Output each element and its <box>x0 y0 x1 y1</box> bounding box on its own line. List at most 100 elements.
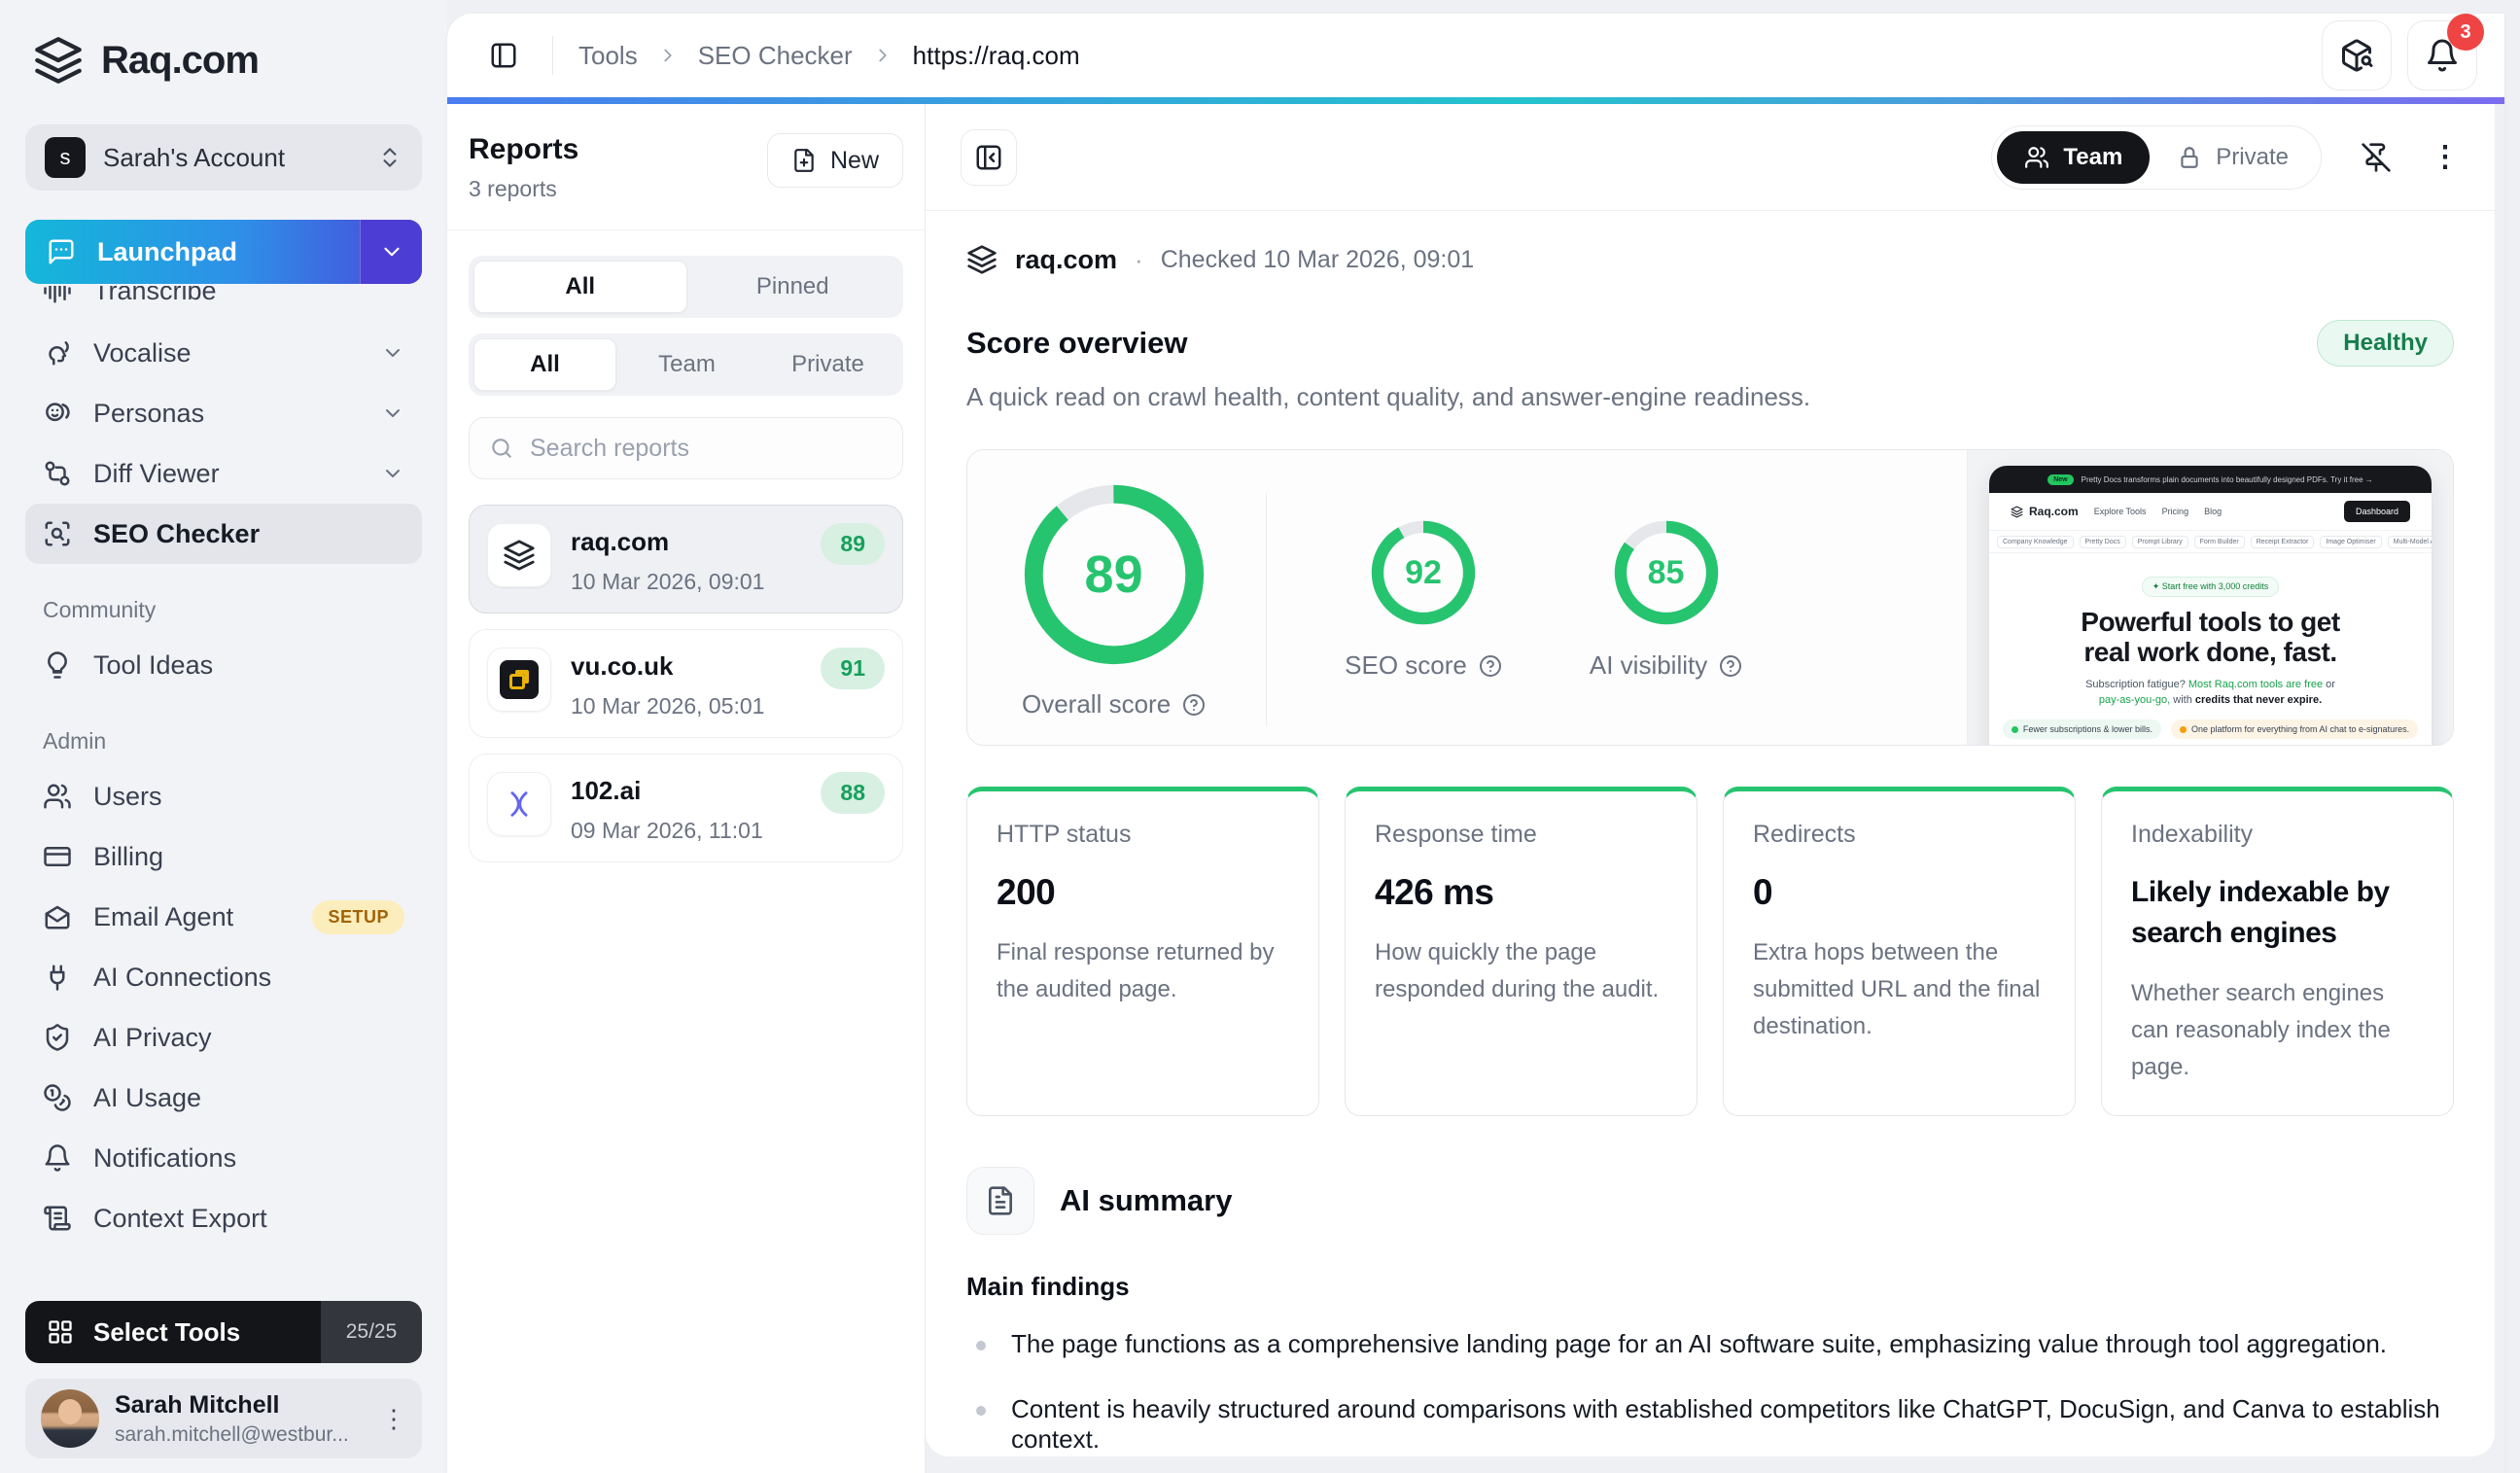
report-item-raq[interactable]: raq.com 10 Mar 2026, 09:01 89 <box>469 505 903 614</box>
launchpad-expand-button[interactable] <box>360 220 422 284</box>
overall-score-value: 89 <box>1023 483 1206 666</box>
account-avatar: s <box>45 137 86 178</box>
help-icon[interactable] <box>1479 654 1502 678</box>
sidebar-item-context-export[interactable]: Context Export <box>25 1188 422 1248</box>
sidebar-item-label: Context Export <box>93 1204 404 1234</box>
favicon-vu <box>487 648 551 712</box>
breadcrumb-current-url: https://raq.com <box>913 41 1080 71</box>
sidebar-item-ai-usage[interactable]: AI Usage <box>25 1068 422 1128</box>
user-menu[interactable]: Sarah Mitchell sarah.mitchell@westbur...… <box>25 1379 422 1458</box>
notifications-button[interactable]: 3 <box>2407 20 2477 90</box>
ellipsis-vertical-icon[interactable]: ⋮ <box>381 1404 406 1434</box>
sidebar-item-seo-checker[interactable]: SEO Checker <box>25 504 422 564</box>
notification-badge: 3 <box>2447 14 2484 51</box>
main-findings-label: Main findings <box>966 1272 2454 1302</box>
sidebar-item-ai-connections[interactable]: AI Connections <box>25 947 422 1007</box>
chevron-down-icon <box>381 462 404 485</box>
metric-cards: HTTP status 200 Final response returned … <box>966 787 2454 1116</box>
new-report-button[interactable]: New <box>767 133 903 188</box>
account-switcher[interactable]: s Sarah's Account <box>25 124 422 191</box>
breadcrumb-tools[interactable]: Tools <box>578 41 638 71</box>
help-icon[interactable] <box>1182 693 1206 717</box>
thumb-headline: Powerful tools to get real work done, fa… <box>1989 607 2432 667</box>
chevron-down-icon <box>379 239 404 264</box>
overall-score-label: Overall score <box>1022 689 1171 719</box>
select-tools-label: Select Tools <box>93 1317 240 1348</box>
reports-list: raq.com 10 Mar 2026, 09:01 89 vu.co.uk 1… <box>469 505 903 862</box>
users-icon <box>43 782 72 811</box>
sidebar-item-label: Tool Ideas <box>93 650 404 681</box>
sidebar-item-users[interactable]: Users <box>25 766 422 826</box>
tab-all[interactable]: All <box>473 338 616 391</box>
report-item-102[interactable]: 102.ai 09 Mar 2026, 11:01 88 <box>469 754 903 862</box>
git-compare-icon <box>43 459 72 488</box>
sidebar-item-personas[interactable]: Personas <box>25 383 422 443</box>
tab-all[interactable]: All <box>473 261 687 313</box>
metric-label: Indexability <box>2131 821 2424 849</box>
sidebar-item-label: Personas <box>93 399 360 429</box>
plug-icon <box>43 963 72 992</box>
main-window: Tools SEO Checker https://raq.com 3 Repo… <box>447 14 2504 1473</box>
tab-private[interactable]: Private <box>757 338 898 391</box>
sidebar-item-transcribe-clipped[interactable]: Transcribe <box>25 286 422 323</box>
sidebar-item-vocalise[interactable]: Vocalise <box>25 323 422 383</box>
share-private-button[interactable]: Private <box>2150 131 2316 184</box>
sidebar-toggle-button[interactable] <box>480 32 527 79</box>
brand-name: Raq.com <box>101 39 259 83</box>
sidebar-item-billing[interactable]: Billing <box>25 826 422 887</box>
metric-label: HTTP status <box>997 821 1289 849</box>
shield-check-icon <box>43 1023 72 1052</box>
sidebar-section-admin: Admin <box>43 728 422 754</box>
sidebar-item-label: Users <box>93 782 404 812</box>
launchpad-button[interactable]: Launchpad <box>25 220 422 284</box>
sidebar-item-label: Vocalise <box>93 338 360 368</box>
sidebar-item-diff-viewer[interactable]: Diff Viewer <box>25 443 422 504</box>
metric-desc: Extra hops between the submitted URL and… <box>1753 934 2046 1045</box>
search-reports-box <box>469 417 903 479</box>
metric-value: 200 <box>997 872 1289 913</box>
voice-icon <box>43 338 72 368</box>
lightbulb-icon <box>43 650 72 680</box>
divider <box>1266 493 1267 726</box>
setup-badge: SETUP <box>312 900 404 934</box>
select-tools-button[interactable]: Select Tools 25/25 <box>25 1301 422 1363</box>
breadcrumb-seo-checker[interactable]: SEO Checker <box>698 41 853 71</box>
share-team-button[interactable]: Team <box>1997 131 2150 184</box>
layers-logo-icon <box>33 35 84 86</box>
metric-desc: Whether search engines can reasonably in… <box>2131 975 2424 1086</box>
report-meta: raq.com · Checked 10 Mar 2026, 09:01 <box>966 244 2454 275</box>
seo-score-label: SEO score <box>1345 650 1467 681</box>
tab-pinned[interactable]: Pinned <box>687 261 899 313</box>
search-reports-input[interactable] <box>530 435 883 463</box>
scan-search-icon <box>43 519 72 548</box>
sidebar: Raq.com s Sarah's Account Launchpad Tran… <box>0 0 447 1473</box>
layers-icon <box>2011 506 2023 518</box>
sidebar-item-label: AI Connections <box>93 963 404 993</box>
sidebar-item-label: Notifications <box>93 1143 404 1174</box>
sidebar-item-tool-ideas[interactable]: Tool Ideas <box>25 635 422 695</box>
sidebar-item-notifications[interactable]: Notifications <box>25 1128 422 1188</box>
thumb-tool-chips: Company Knowledge Pretty Docs Prompt Lib… <box>1989 530 2432 553</box>
sidebar-item-label: SEO Checker <box>93 519 404 549</box>
help-icon[interactable] <box>1719 654 1742 678</box>
more-options-button[interactable]: ⋮ <box>2431 140 2460 174</box>
main-area: Team Private ⋮ raq <box>926 104 2504 1473</box>
metric-response-time: Response time 426 ms How quickly the pag… <box>1345 787 1698 1116</box>
score-overview-subtitle: A quick read on crawl health, content qu… <box>966 382 2454 412</box>
package-search-button[interactable] <box>2322 20 2392 90</box>
metric-http-status: HTTP status 200 Final response returned … <box>966 787 1319 1116</box>
report-date: 09 Mar 2026, 11:01 <box>571 818 885 844</box>
report-item-vu[interactable]: vu.co.uk 10 Mar 2026, 05:01 91 <box>469 629 903 738</box>
metric-label: Response time <box>1375 821 1667 849</box>
tab-team[interactable]: Team <box>616 338 757 391</box>
metric-value: Likely indexable by search engines <box>2131 872 2424 954</box>
sidebar-item-email-agent[interactable]: Email Agent SETUP <box>25 887 422 947</box>
users-icon <box>2024 145 2049 170</box>
score-card: 89 Overall score <box>966 449 2454 746</box>
sidebar-item-ai-privacy[interactable]: AI Privacy <box>25 1007 422 1068</box>
bell-icon <box>43 1143 72 1173</box>
pinned-filter-tabs: All Pinned <box>469 256 903 318</box>
collapse-panel-button[interactable] <box>961 129 1017 186</box>
chevrons-up-down-icon <box>377 145 402 170</box>
unpin-button[interactable] <box>2361 142 2392 173</box>
